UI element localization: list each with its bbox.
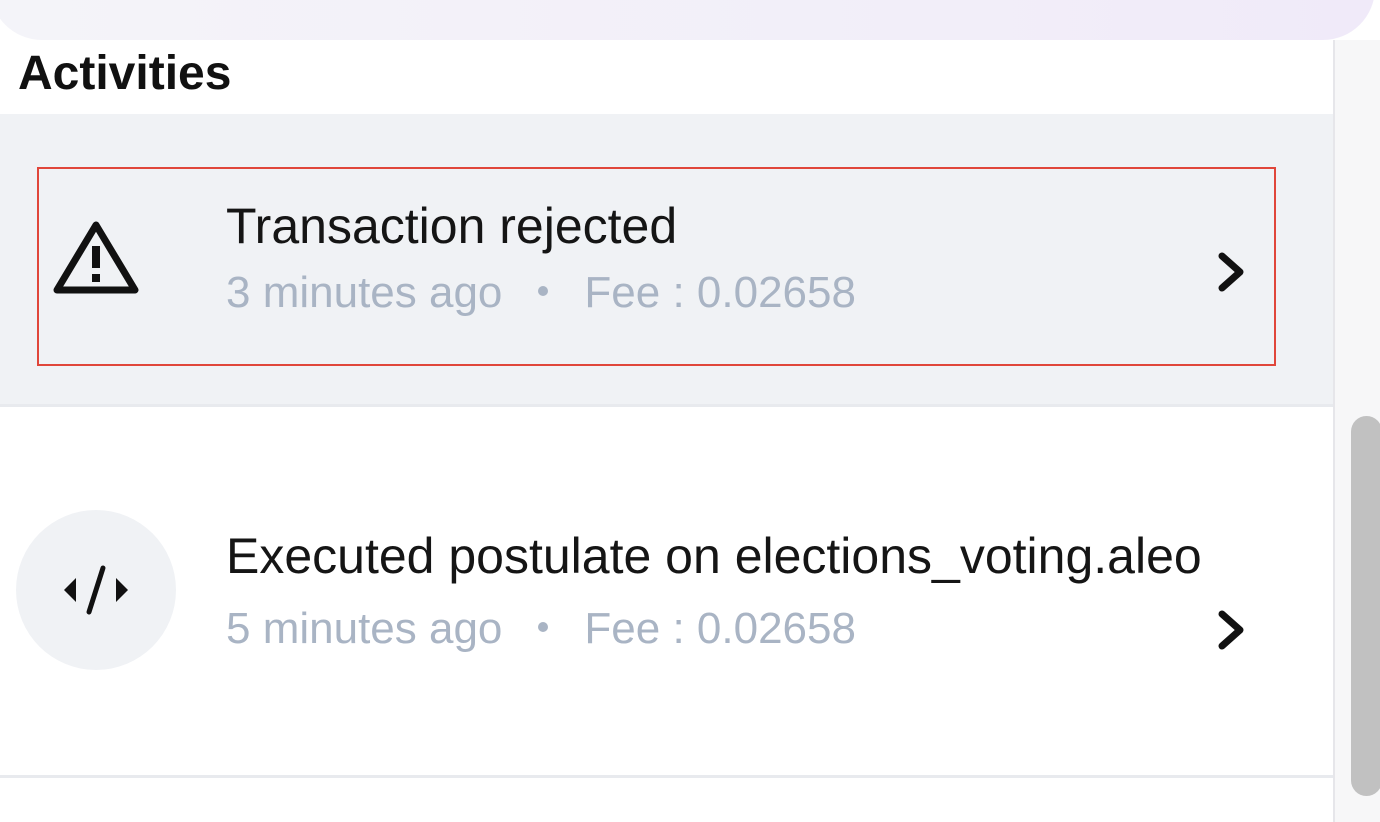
- activity-icon-container: [16, 510, 176, 670]
- warning-triangle-icon: [53, 221, 139, 294]
- activity-item-executed-postulate[interactable]: Executed postulate on elections_voting.a…: [0, 407, 1333, 778]
- activity-meta: 5 minutes ago Fee : 0.02658: [226, 598, 1206, 660]
- activity-meta: 3 minutes ago Fee : 0.02658: [226, 262, 1206, 324]
- separator-dot: [538, 622, 549, 633]
- chevron-right-icon: [1218, 252, 1244, 292]
- activity-icon-container: [16, 178, 176, 338]
- activity-fee: Fee : 0.02658: [584, 604, 856, 653]
- code-icon: [64, 565, 128, 615]
- activities-panel: Activities Transaction rejected 3 minute…: [0, 40, 1333, 822]
- activity-fee: Fee : 0.02658: [584, 268, 856, 317]
- section-title: Activities: [18, 47, 232, 100]
- scrollbar[interactable]: [1333, 40, 1380, 822]
- scrollbar-thumb[interactable]: [1351, 416, 1380, 796]
- activity-title: Transaction rejected: [226, 198, 678, 254]
- activity-time: 3 minutes ago: [226, 268, 503, 317]
- activity-time: 5 minutes ago: [226, 604, 503, 653]
- activity-item-transaction-rejected[interactable]: Transaction rejected 3 minutes ago Fee : …: [0, 114, 1333, 407]
- chevron-right-icon: [1218, 610, 1244, 650]
- separator-dot: [538, 286, 549, 297]
- activity-title: Executed postulate on elections_voting.a…: [226, 528, 1202, 584]
- activity-text: Executed postulate on elections_voting.a…: [226, 514, 1206, 660]
- activity-screen: Activities Transaction rejected 3 minute…: [0, 0, 1380, 822]
- activity-text: Transaction rejected 3 minutes ago Fee : …: [226, 194, 1206, 324]
- header-card: [0, 0, 1375, 40]
